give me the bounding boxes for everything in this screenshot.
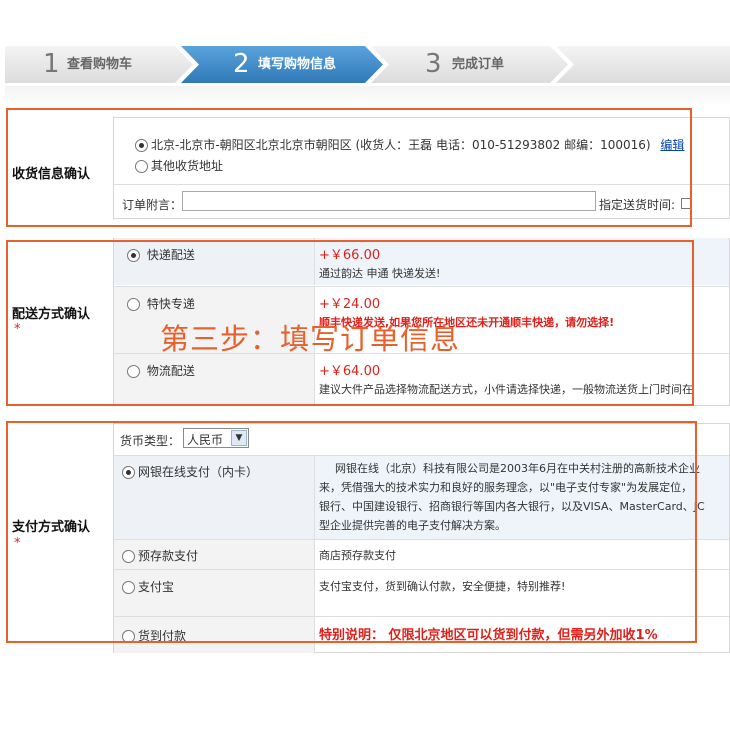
delivery-title: 配送方式确认 bbox=[12, 307, 91, 322]
payment-radio[interactable] bbox=[122, 581, 135, 594]
delivery-option-name: 特快专递 bbox=[146, 297, 195, 311]
step-label: 查看购物车 bbox=[67, 57, 133, 72]
shipping-info-title: 收货信息确认 bbox=[12, 167, 91, 182]
payment-desc-line: 支付宝支付，货到确认付款，安全便捷，特别推荐! bbox=[319, 580, 566, 593]
payment-option-row[interactable]: 网银在线支付（内卡） 网银在线（北京）科技有限公司是2003年6月在中关村注册的… bbox=[114, 455, 729, 539]
delivery-radio-selected[interactable] bbox=[127, 249, 140, 262]
payment-option-name: 预存款支付 bbox=[138, 549, 199, 563]
payment-radio[interactable] bbox=[122, 630, 135, 643]
currency-label: 货币类型： bbox=[120, 434, 181, 448]
payment-radio[interactable] bbox=[122, 550, 135, 563]
payment-option-name: 网银在线支付（内卡） bbox=[138, 465, 259, 479]
step-number: 1 bbox=[43, 49, 60, 79]
steps-shadow bbox=[5, 86, 730, 106]
address-option-current[interactable]: 北京-北京市-朝阳区北京北京市朝阳区 (收货人：王磊 电话：010-512938… bbox=[135, 136, 684, 153]
delivery-price: +￥66.00 bbox=[319, 248, 381, 263]
delivery-radio[interactable] bbox=[127, 298, 140, 311]
required-star: * bbox=[14, 322, 21, 337]
delivery-option-row[interactable]: 快递配送 +￥66.00 通过韵达 申通 快递发送! bbox=[114, 238, 729, 285]
delivery-price: +￥24.00 bbox=[319, 297, 381, 312]
payment-desc-line: 型企业提供完善的电子支付解决方案。 bbox=[319, 519, 506, 532]
currency-select[interactable]: 人民币 ▼ bbox=[183, 428, 249, 448]
step-annotation: 第三步：填写订单信息 bbox=[160, 322, 461, 356]
step-label: 填写购物信息 bbox=[258, 57, 337, 72]
payment-radio-selected[interactable] bbox=[122, 466, 135, 479]
payment-panel: 货币类型： 人民币 ▼ 网银在线支付（内卡） 网银在线（北京）科技有限公司是20… bbox=[113, 423, 730, 653]
step-label: 完成订单 bbox=[452, 57, 505, 72]
delivery-time-label: 指定送货时间: bbox=[599, 198, 676, 212]
delivery-option-name: 物流配送 bbox=[146, 364, 195, 378]
payment-section: 支付方式确认 * 货币类型： 人民币 ▼ 网银在线支付（内卡） 网银在线（北京）… bbox=[5, 418, 730, 658]
payment-option-row[interactable]: 支付宝 支付宝支付，货到确认付款，安全便捷，特别推荐! bbox=[114, 569, 729, 616]
delivery-time-checkbox[interactable] bbox=[681, 198, 692, 209]
delivery-price: +￥64.00 bbox=[319, 364, 381, 379]
address-option-other[interactable]: 其他收货地址 bbox=[135, 157, 223, 174]
shipping-info-panel: 北京-北京市-朝阳区北京北京市朝阳区 (收货人：王磊 电话：010-512938… bbox=[113, 117, 730, 219]
chevron-down-icon[interactable]: ▼ bbox=[231, 430, 247, 446]
address-text: 北京-北京市-朝阳区北京北京市朝阳区 (收货人：王磊 电话：010-512938… bbox=[151, 138, 651, 152]
payment-desc-line: 商店预存款支付 bbox=[319, 549, 396, 562]
payment-option-row[interactable]: 货到付款 特别说明： 仅限北京地区可以货到付款，但需另外加收1% bbox=[114, 616, 729, 653]
other-address-label: 其他收货地址 bbox=[151, 159, 224, 173]
order-note-label: 订单附言： bbox=[122, 198, 183, 212]
edit-address-link[interactable]: 编辑 bbox=[660, 138, 684, 152]
delivery-radio[interactable] bbox=[127, 365, 140, 378]
payment-option-name: 支付宝 bbox=[138, 580, 175, 594]
delivery-option-name: 快递配送 bbox=[146, 248, 195, 262]
payment-option-name: 货到付款 bbox=[138, 629, 187, 643]
step-number: 2 bbox=[233, 49, 250, 79]
divider bbox=[114, 184, 729, 185]
step-number: 3 bbox=[425, 49, 442, 79]
payment-title: 支付方式确认 bbox=[12, 520, 91, 535]
payment-desc-line: 银行、中国建设银行、招商银行等国内各大银行，以及VISA、MasterCard、… bbox=[319, 500, 705, 513]
other-address-radio[interactable] bbox=[135, 160, 148, 173]
payment-option-row[interactable]: 预存款支付 商店预存款支付 bbox=[114, 539, 729, 569]
checkout-steps: 1 查看购物车 2 填写购物信息 3 完成订单 bbox=[5, 46, 730, 83]
address-radio-selected[interactable] bbox=[135, 139, 148, 152]
delivery-desc: 通过韵达 申通 快递发送! bbox=[319, 267, 441, 280]
currency-value: 人民币 bbox=[187, 433, 224, 447]
required-star: * bbox=[14, 536, 21, 551]
payment-desc-line: 来，凭借强大的技术实力和良好的服务理念，以"电子支付专家"为发展定位， bbox=[319, 481, 693, 494]
payment-desc-line: 网银在线（北京）科技有限公司是2003年6月在中关村注册的高新技术企业 bbox=[335, 462, 700, 475]
delivery-desc: 建议大件产品选择物流配送方式，小件请选择快递，一般物流送货上门时间在 bbox=[319, 383, 693, 396]
shipping-info-section: 收货信息确认 北京-北京市-朝阳区北京北京市朝阳区 (收货人：王磊 电话：010… bbox=[5, 110, 730, 225]
payment-cod-notice: 特别说明： 仅限北京地区可以货到付款，但需另外加收1% bbox=[319, 628, 658, 643]
order-note-input[interactable] bbox=[182, 191, 596, 211]
delivery-option-row[interactable]: 物流配送 +￥64.00 建议大件产品选择物流配送方式，小件请选择快递，一般物流… bbox=[114, 353, 729, 406]
